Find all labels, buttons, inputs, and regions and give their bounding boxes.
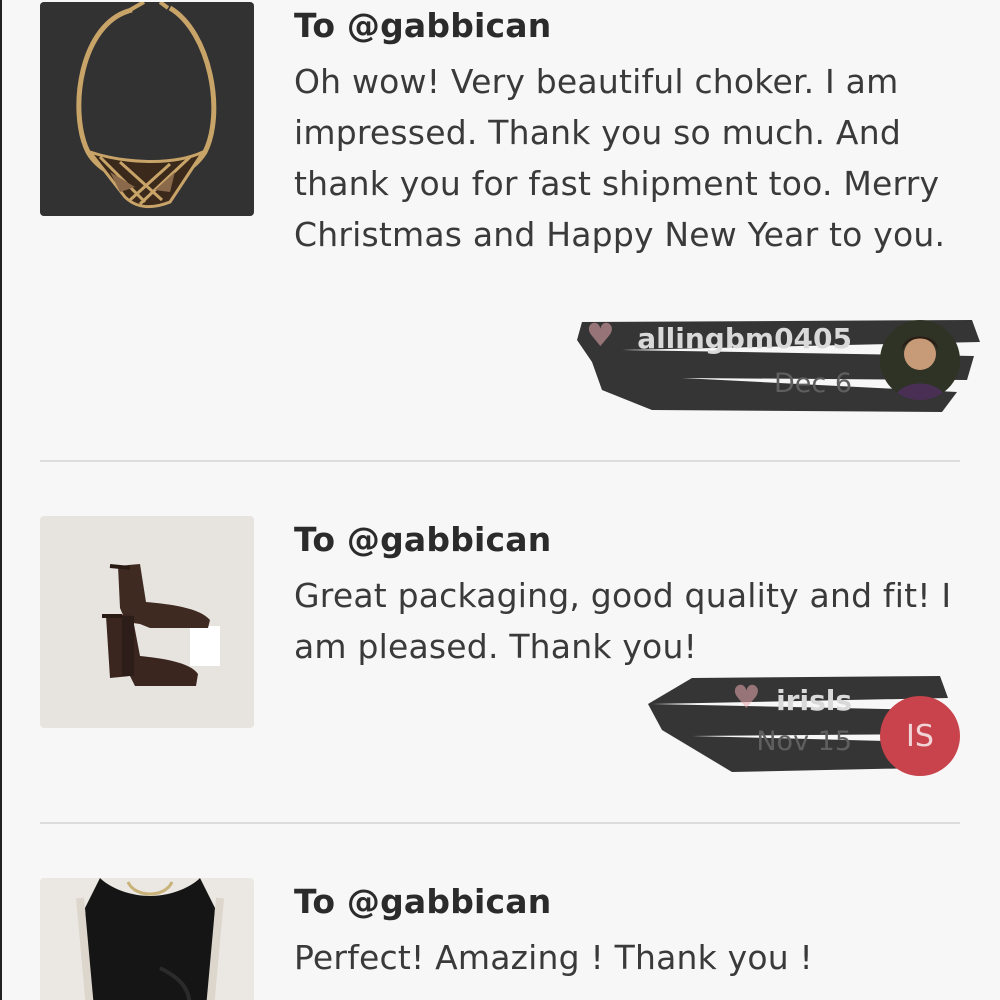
reviewer-avatar[interactable] <box>880 320 960 400</box>
review-comment: Oh wow! Very beautiful choker. I am impr… <box>294 62 946 254</box>
review-recipient: To @gabbican <box>294 882 552 921</box>
reviewer-meta: ♥ allingbm0405 Dec 6 <box>562 302 992 422</box>
item-thumbnail[interactable] <box>40 878 254 1000</box>
divider <box>40 822 960 824</box>
review-card: To @gabbican Perfect! Amazing ! Thank yo… <box>2 878 1000 1000</box>
item-thumbnail[interactable] <box>40 2 254 216</box>
black-dress-photo <box>40 878 254 1000</box>
review-card: To @gabbican Great packaging, good quali… <box>2 516 1000 786</box>
review-comment: Perfect! Amazing ! Thank you ! <box>294 938 813 977</box>
review-card: To @gabbican Oh wow! Very beautiful chok… <box>2 2 1000 412</box>
heart-icon[interactable]: ♥ <box>586 316 615 354</box>
reviewer-username[interactable]: allingbm0405 <box>637 322 852 355</box>
item-thumbnail[interactable] <box>40 516 254 728</box>
review-comment: Great packaging, good quality and fit! I… <box>294 576 952 666</box>
ankle-boots-photo <box>40 516 254 728</box>
review-recipient: To @gabbican <box>294 6 552 45</box>
reviewer-meta: ♥ irisls Nov 15 IS <box>632 664 982 784</box>
reviewer-username[interactable]: irisls <box>776 684 852 717</box>
divider <box>40 460 960 462</box>
heart-icon[interactable]: ♥ <box>732 678 761 716</box>
avatar-photo-icon <box>880 320 960 400</box>
choker-necklace-photo <box>40 2 254 216</box>
review-recipient: To @gabbican <box>294 520 552 559</box>
reviewer-avatar[interactable]: IS <box>880 696 960 776</box>
review-date: Dec 6 <box>773 368 852 399</box>
review-feed: To @gabbican Oh wow! Very beautiful chok… <box>0 0 1000 1000</box>
avatar-initials: IS <box>906 718 934 754</box>
review-date: Nov 15 <box>756 726 852 757</box>
